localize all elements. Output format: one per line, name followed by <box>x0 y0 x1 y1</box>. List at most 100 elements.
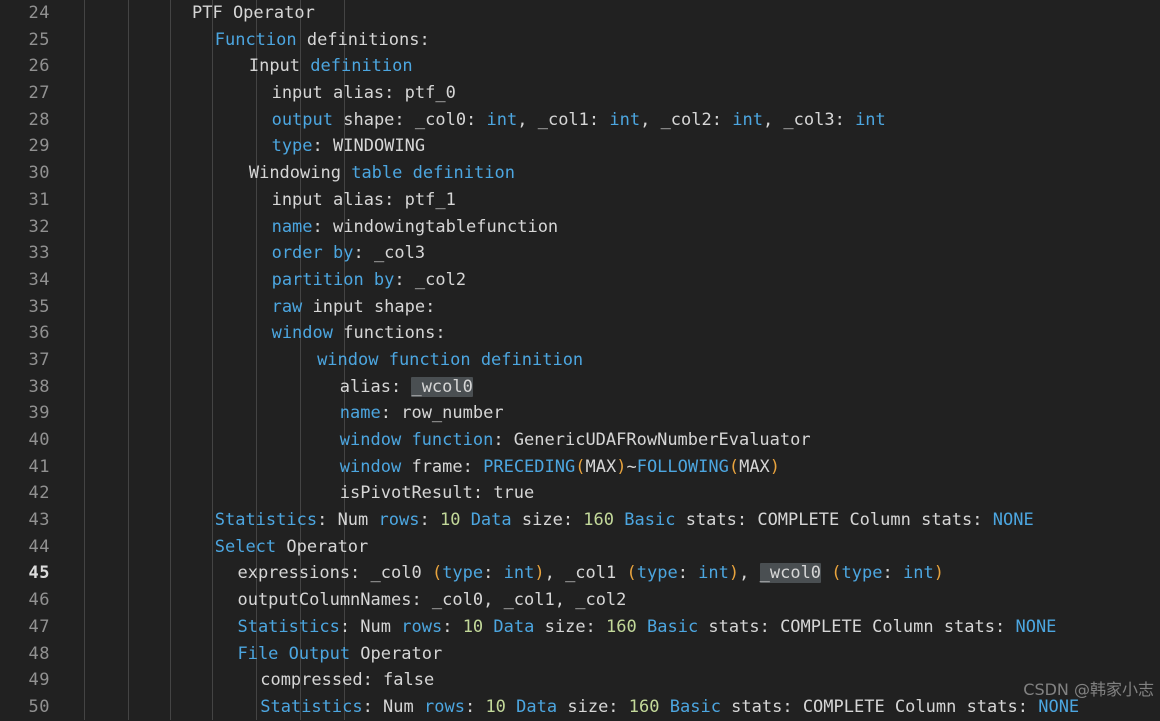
line-number-38[interactable]: 38 <box>0 374 58 401</box>
line-number-45[interactable]: 45 <box>0 560 58 587</box>
code-line-36[interactable]: window functions: <box>0 320 1160 347</box>
line-number-27[interactable]: 27 <box>0 80 58 107</box>
code-line-49[interactable]: compressed: false <box>0 667 1160 694</box>
code-token: shape: _col0: <box>333 109 487 130</box>
code-token: int <box>609 109 641 130</box>
code-token: Statistics <box>260 696 363 717</box>
code-token: type <box>271 136 313 157</box>
code-line-25[interactable]: Function definitions: <box>0 27 1160 54</box>
code-token: : Num <box>317 510 379 531</box>
code-token: 10 <box>462 616 484 637</box>
line-number-44[interactable]: 44 <box>0 534 58 561</box>
code-line-24[interactable]: PTF Operator <box>0 0 1160 27</box>
code-line-46[interactable]: outputColumnNames: _col0, _col1, _col2 <box>0 587 1160 614</box>
line-number-42[interactable]: 42 <box>0 480 58 507</box>
code-editor[interactable]: 24 25 26 27 28 29 30 31 32 33 34 35 36 37 38 39 40 41 42 43… <box>0 0 1160 720</box>
code-token: ) <box>616 456 627 477</box>
code-token: : <box>419 510 440 531</box>
highlighted-token: _wcol0 <box>411 376 473 397</box>
code-line-38[interactable]: alias: _wcol0 <box>0 374 1160 401</box>
line-number-40[interactable]: 40 <box>0 427 58 454</box>
code-token: NONE <box>1038 696 1080 717</box>
code-line-43[interactable]: Statistics: Num rows: 10 Data size: 160 … <box>0 507 1160 534</box>
code-token: ) <box>769 456 781 477</box>
code-token: partition by <box>271 269 395 290</box>
code-token: Data <box>470 510 512 531</box>
code-line-29[interactable]: type: WINDOWING <box>0 133 1160 160</box>
code-token: window function definition <box>317 349 584 370</box>
code-line-33[interactable]: order by: _col3 <box>0 240 1160 267</box>
code-token: raw <box>271 296 303 317</box>
code-line-31[interactable]: input alias: ptf_1 <box>0 187 1160 214</box>
code-line-32[interactable]: name: windowingtablefunction <box>0 214 1160 241</box>
code-line-26[interactable]: Input definition <box>0 53 1160 80</box>
line-number-36[interactable]: 36 <box>0 320 58 347</box>
line-number-24[interactable]: 24 <box>0 0 58 27</box>
code-token: 160 <box>628 696 660 717</box>
code-line-27[interactable]: input alias: ptf_0 <box>0 80 1160 107</box>
code-token: : _col3 <box>353 243 426 264</box>
code-token: window <box>339 456 402 477</box>
code-line-34[interactable]: partition by: _col2 <box>0 267 1160 294</box>
code-line-47[interactable]: Statistics: Num rows: 10 Data size: 160 … <box>0 614 1160 641</box>
line-number-48[interactable]: 48 <box>0 641 58 668</box>
code-line-28[interactable]: output shape: _col0: int, _col1: int, _c… <box>0 107 1160 134</box>
code-token: window function <box>339 430 494 450</box>
line-number-31[interactable]: 31 <box>0 187 58 214</box>
line-number-33[interactable]: 33 <box>0 240 58 267</box>
line-number-39[interactable]: 39 <box>0 400 58 427</box>
line-number-32[interactable]: 32 <box>0 214 58 241</box>
line-number-28[interactable]: 28 <box>0 107 58 134</box>
code-line-41[interactable]: window frame: PRECEDING(MAX)~FOLLOWING(M… <box>0 454 1160 481</box>
code-content-area[interactable]: PTF Operator Function definitions: Input d… <box>0 0 1160 720</box>
code-token: rows <box>424 696 465 717</box>
line-number-46[interactable]: 46 <box>0 587 58 614</box>
line-number-25[interactable]: 25 <box>0 27 58 54</box>
code-line-39[interactable]: name: row_number <box>0 400 1160 427</box>
code-line-48[interactable]: File Output Operator <box>0 641 1160 668</box>
code-line-44[interactable]: Select Operator <box>0 534 1160 561</box>
code-token: ~ <box>626 456 637 477</box>
line-number-26[interactable]: 26 <box>0 53 58 80</box>
code-token: type <box>841 563 883 584</box>
line-number-50[interactable]: 50 <box>0 694 58 721</box>
line-number-gutter[interactable]: 24 25 26 27 28 29 30 31 32 33 34 35 36 37 38 39 40 41 42 43… <box>0 0 58 720</box>
code-token: int <box>732 109 763 130</box>
code-token: compressed: false <box>260 670 435 691</box>
code-token: order by <box>271 243 354 264</box>
code-token: : GenericUDAFRowNumberEvaluator <box>493 430 811 450</box>
code-token: Windowing <box>248 163 352 184</box>
code-line-45[interactable]: expressions: _col0 (type: int), _col1 (t… <box>0 560 1160 587</box>
line-number-34[interactable]: 34 <box>0 267 58 294</box>
code-token: Basic <box>669 696 721 717</box>
line-number-41[interactable]: 41 <box>0 454 58 481</box>
code-line-35[interactable]: raw input shape: <box>0 294 1160 321</box>
line-number-37[interactable]: 37 <box>0 347 58 374</box>
line-number-29[interactable]: 29 <box>0 133 58 160</box>
code-line-50[interactable]: Statistics: Num rows: 10 Data size: 160 … <box>0 694 1160 721</box>
code-token: type <box>442 563 484 584</box>
code-token: int <box>503 563 535 584</box>
code-line-40[interactable]: window function: GenericUDAFRowNumberEva… <box>0 427 1160 454</box>
line-number-49[interactable]: 49 <box>0 667 58 694</box>
code-token: , _col1: <box>517 109 610 130</box>
code-token: : <box>677 563 699 584</box>
code-line-42[interactable]: isPivotResult: true <box>0 480 1160 507</box>
code-token: input shape: <box>302 296 436 317</box>
line-number-43[interactable]: 43 <box>0 507 58 534</box>
code-token: Function <box>214 29 297 50</box>
code-token: Select <box>214 536 277 557</box>
code-line-30[interactable]: Windowing table definition <box>0 160 1160 187</box>
line-number-30[interactable]: 30 <box>0 160 58 187</box>
code-token: PRECEDING <box>483 456 576 477</box>
line-number-47[interactable]: 47 <box>0 614 58 641</box>
line-number-35[interactable]: 35 <box>0 294 58 321</box>
code-token: int <box>698 563 729 584</box>
code-token: stats: COMPLETE Column stats: <box>675 510 993 531</box>
code-line-37[interactable]: window function definition <box>0 347 1160 374</box>
